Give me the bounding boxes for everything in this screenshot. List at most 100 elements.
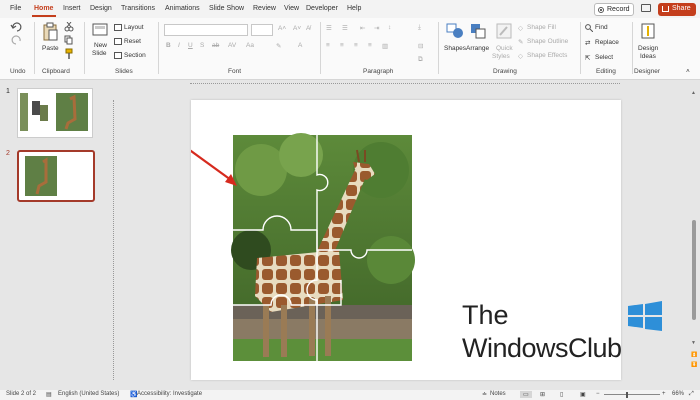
clear-formatting-icon[interactable]: A̸ (306, 25, 310, 32)
quick-styles-label-2[interactable]: Styles (492, 53, 510, 60)
slide-thumbnail-2[interactable] (17, 150, 95, 202)
new-slide-label-2[interactable]: Slide (92, 50, 106, 57)
select-button[interactable]: Select (595, 54, 613, 61)
italic-icon[interactable]: I (178, 42, 180, 49)
shape-fill-button[interactable]: Shape Fill (527, 24, 556, 31)
bold-icon[interactable]: B (166, 42, 171, 49)
highlight-icon[interactable]: ✎ (276, 42, 281, 50)
columns-icon[interactable]: ▥ (382, 42, 388, 50)
zoom-slider[interactable] (604, 394, 660, 395)
collapse-ribbon-icon[interactable]: ˄ (686, 68, 690, 75)
numbering-icon[interactable]: ☰ (342, 24, 348, 32)
arrange-icon[interactable] (469, 22, 487, 40)
align-left-icon[interactable]: ≡ (326, 42, 330, 49)
bullets-icon[interactable]: ☰ (326, 24, 332, 32)
notes-button[interactable]: Notes (490, 391, 506, 397)
drawing-group-label: Drawing (493, 68, 517, 75)
find-button[interactable]: Find (595, 24, 608, 31)
section-button[interactable]: Section (124, 52, 146, 59)
justify-icon[interactable]: ≡ (368, 42, 372, 49)
new-slide-label[interactable]: New (94, 42, 107, 49)
paste-button[interactable]: Paste (42, 45, 59, 52)
strikethrough-icon[interactable]: ab (212, 42, 219, 49)
font-name-combobox[interactable] (164, 24, 248, 36)
arrange-button[interactable]: Arrange (466, 45, 489, 52)
reading-view-icon[interactable]: ▯ (560, 391, 563, 398)
fit-to-window-icon[interactable]: ⤢ (689, 391, 694, 398)
tab-developer[interactable]: Developer (306, 5, 338, 12)
design-ideas-icon[interactable] (640, 22, 656, 40)
shadow-icon[interactable]: S (200, 42, 204, 49)
font-size-combobox[interactable] (251, 24, 273, 36)
line-spacing-icon[interactable]: ↕ (388, 24, 391, 31)
tab-file[interactable]: File (10, 5, 21, 12)
zoom-in-icon[interactable]: + (662, 391, 666, 397)
decrease-font-icon[interactable]: A˅ (293, 25, 301, 32)
scroll-down-icon[interactable]: ▼ (691, 340, 696, 346)
tab-animations[interactable]: Animations (165, 5, 200, 12)
language-indicator[interactable]: English (United States) (58, 391, 119, 397)
quick-styles-icon[interactable] (495, 22, 513, 40)
layout-icon (114, 24, 122, 31)
tab-insert[interactable]: Insert (63, 5, 81, 12)
format-painter-icon[interactable] (64, 48, 74, 60)
shape-effects-button[interactable]: Shape Effects (527, 52, 567, 59)
replace-icon: ⇄ (585, 40, 591, 47)
zoom-level[interactable]: 66% (672, 391, 684, 397)
tab-view[interactable]: View (284, 5, 299, 12)
reset-button[interactable]: Reset (124, 38, 141, 45)
undo-icon[interactable] (10, 22, 24, 32)
tab-help[interactable]: Help (347, 5, 361, 12)
align-right-icon[interactable]: ≡ (354, 42, 358, 49)
tab-home[interactable]: Home (34, 5, 53, 12)
align-text-icon[interactable]: ⊟ (418, 42, 423, 50)
tab-design[interactable]: Design (90, 5, 112, 12)
record-button[interactable]: Record (594, 3, 634, 16)
slide-sorter-icon[interactable]: ⊞ (540, 391, 545, 398)
previous-slide-icon[interactable]: ⏫ (691, 352, 697, 358)
design-ideas-label-2[interactable]: Ideas (640, 53, 656, 60)
tab-review[interactable]: Review (253, 5, 276, 12)
redo-icon[interactable] (10, 35, 24, 45)
scroll-up-icon[interactable]: ▲ (691, 90, 696, 96)
underline-icon[interactable]: U (188, 42, 193, 49)
design-ideas-label[interactable]: Design (638, 45, 658, 52)
paragraph-group-label: Paragraph (363, 68, 394, 75)
cut-icon[interactable] (64, 22, 74, 32)
next-slide-icon[interactable]: ⏬ (691, 362, 697, 368)
slideshow-view-icon[interactable]: ▣ (580, 391, 586, 398)
slide-thumbnail-1[interactable] (17, 88, 93, 138)
decrease-indent-icon[interactable]: ⇤ (360, 24, 365, 32)
share-button[interactable]: Share (658, 3, 696, 16)
slide-1-preview (20, 93, 88, 131)
share-label: Share (672, 5, 691, 12)
text-direction-icon[interactable]: ⤓ (418, 24, 421, 32)
replace-button[interactable]: Replace (595, 39, 619, 46)
change-case-icon[interactable]: Aa (246, 42, 254, 49)
shape-outline-button[interactable]: Shape Outline (527, 38, 568, 45)
spellcheck-icon[interactable]: ▤ (46, 391, 52, 398)
vertical-scrollbar[interactable]: ▲ ▼ ⏫ ⏬ (690, 90, 698, 380)
font-color-icon[interactable]: A (298, 42, 302, 49)
share-icon (662, 6, 669, 12)
layout-button[interactable]: Layout (124, 24, 144, 31)
smartart-icon[interactable]: ⧉ (418, 56, 423, 64)
new-slide-icon[interactable] (92, 22, 108, 38)
accessibility-status[interactable]: Accessibility: Investigate (137, 391, 202, 397)
zoom-slider-thumb[interactable] (626, 392, 628, 398)
normal-view-icon[interactable]: ▭ (520, 391, 532, 398)
character-spacing-icon[interactable]: AV (228, 42, 236, 49)
tab-slide-show[interactable]: Slide Show (209, 5, 244, 12)
shapes-button[interactable]: Shapes (444, 45, 466, 52)
increase-font-icon[interactable]: A˄ (278, 25, 286, 32)
shapes-icon[interactable] (445, 22, 465, 40)
paste-icon[interactable] (42, 22, 58, 42)
increase-indent-icon[interactable]: ⇥ (374, 24, 379, 32)
copy-icon[interactable] (64, 35, 74, 45)
zoom-out-icon[interactable]: − (596, 391, 600, 397)
quick-styles-label[interactable]: Quick (496, 45, 513, 52)
scrollbar-thumb[interactable] (692, 220, 696, 320)
align-center-icon[interactable]: ≡ (340, 42, 344, 49)
tab-transitions[interactable]: Transitions (121, 5, 155, 12)
comments-icon[interactable] (641, 4, 651, 12)
